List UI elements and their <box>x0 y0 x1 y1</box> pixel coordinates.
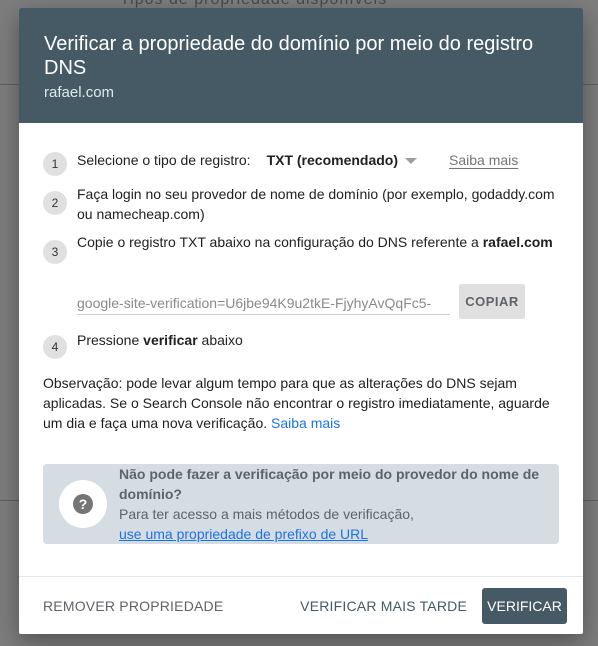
step-number: 2 <box>43 191 67 215</box>
step-4-text-after: abaixo <box>197 332 243 348</box>
step-1-label: Selecione o tipo de registro: <box>77 152 251 168</box>
alternative-verification-box: ? Não pode fazer a verificação por meio … <box>43 464 559 544</box>
help-icon-container: ? <box>59 480 107 528</box>
note-learn-more-link[interactable]: Saiba mais <box>271 415 340 431</box>
dialog-title: Verificar a propriedade do domínio por m… <box>44 33 534 79</box>
step-1: 1 Selecione o tipo de registro: TXT (rec… <box>43 145 559 176</box>
alternative-text: Não pode fazer a verificação por meio do… <box>119 464 559 544</box>
step-3: 3 Copie o registro TXT abaixo na configu… <box>43 234 559 264</box>
step-number: 1 <box>43 152 67 176</box>
dialog-header: Verificar a propriedade do domínio por m… <box>19 8 583 123</box>
dialog-body: 1 Selecione o tipo de registro: TXT (rec… <box>19 123 583 544</box>
copy-button[interactable]: COPIAR <box>459 284 525 319</box>
verify-domain-dialog: Verificar a propriedade do domínio por m… <box>19 8 583 634</box>
step-3-text: Copie o registro TXT abaixo na configura… <box>77 232 553 252</box>
alternative-description: Para ter acesso a mais métodos de verifi… <box>119 506 414 522</box>
learn-more-link[interactable]: Saiba mais <box>449 152 518 168</box>
background-divider <box>582 84 598 85</box>
background-divider <box>582 500 598 501</box>
dialog-subtitle: rafael.com <box>44 84 115 101</box>
step-4-bold: verificar <box>143 332 198 348</box>
step-number: 4 <box>43 335 67 359</box>
remove-property-button[interactable]: REMOVER PROPRIEDADE <box>43 598 223 614</box>
alternative-title: Não pode fazer a verificação por meio do… <box>119 466 540 502</box>
url-prefix-property-link[interactable]: use uma propriedade de prefixo de URL <box>119 526 368 542</box>
dialog-footer: REMOVER PROPRIEDADE VERIFICAR MAIS TARDE… <box>19 576 583 634</box>
step-2: 2 Faça login no seu provedor de nome de … <box>43 186 559 224</box>
help-icon: ? <box>73 494 93 514</box>
step-number: 3 <box>43 240 67 264</box>
record-type-dropdown[interactable]: TXT (recomendado) <box>266 152 418 168</box>
step-4: 4 Pressione verificar abaixo <box>43 331 559 359</box>
record-type-value: TXT (recomendado) <box>266 152 399 168</box>
txt-record-row: COPIAR <box>77 284 559 319</box>
step-4-text: Pressione verificar abaixo <box>77 330 243 350</box>
background-divider <box>0 500 19 501</box>
verify-button[interactable]: VERIFICAR <box>482 587 567 624</box>
verify-later-button[interactable]: VERIFICAR MAIS TARDE <box>300 598 467 614</box>
step-4-text-before: Pressione <box>77 332 144 348</box>
background-divider <box>0 84 19 85</box>
txt-record-field[interactable] <box>77 288 450 315</box>
step-2-text: Faça login no seu provedor de nome de do… <box>77 186 555 222</box>
step-3-domain: rafael.com <box>482 234 553 250</box>
background-partial-text: Tipos de propriedade disponíveis <box>120 0 480 8</box>
step-1-row: Selecione o tipo de registro: TXT (recom… <box>67 150 518 170</box>
dns-note: Observação: pode levar algum tempo para … <box>43 373 559 433</box>
step-3-text-before: Copie o registro TXT abaixo na configura… <box>77 234 483 250</box>
chevron-down-icon <box>405 158 418 164</box>
